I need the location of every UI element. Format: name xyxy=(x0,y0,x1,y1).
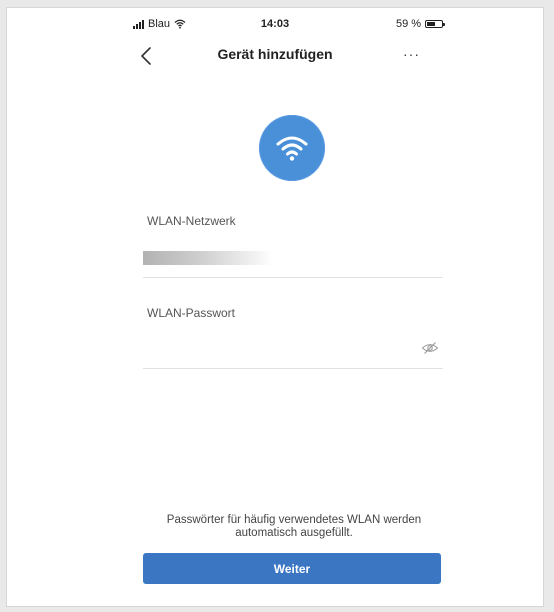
wifi-hero xyxy=(259,115,325,181)
network-field[interactable] xyxy=(143,251,443,278)
page-title: Gerät hinzufügen xyxy=(217,46,333,62)
hint-line-1: Passwörter für häufig verwendetes WLAN w… xyxy=(166,514,422,526)
status-time: 14:03 xyxy=(260,18,290,30)
navigation-bar: Gerät hinzufügen ··· xyxy=(7,42,543,72)
more-options-icon[interactable]: ··· xyxy=(403,46,420,62)
battery-percent: 59 % xyxy=(396,18,422,30)
network-label: WLAN-Netzwerk xyxy=(147,214,236,228)
autofill-hint: Passwörter für häufig verwendetes WLAN w… xyxy=(137,514,451,540)
hint-line-2: automatisch ausgefüllt. xyxy=(235,527,353,539)
password-input[interactable] xyxy=(143,338,403,360)
network-value-redacted xyxy=(143,251,273,265)
password-field xyxy=(143,338,443,369)
status-right: 59 % xyxy=(396,18,446,30)
phone-screen: Blau 14:03 59 % Gerät hinzufügen ··· WLA… xyxy=(6,7,544,607)
password-label: WLAN-Passwort xyxy=(147,306,236,320)
wifi-icon xyxy=(276,136,308,161)
status-bar: Blau 14:03 59 % xyxy=(7,18,543,36)
continue-button[interactable]: Weiter xyxy=(143,553,441,584)
eye-slash-icon[interactable] xyxy=(421,340,439,356)
battery-icon xyxy=(425,20,446,28)
